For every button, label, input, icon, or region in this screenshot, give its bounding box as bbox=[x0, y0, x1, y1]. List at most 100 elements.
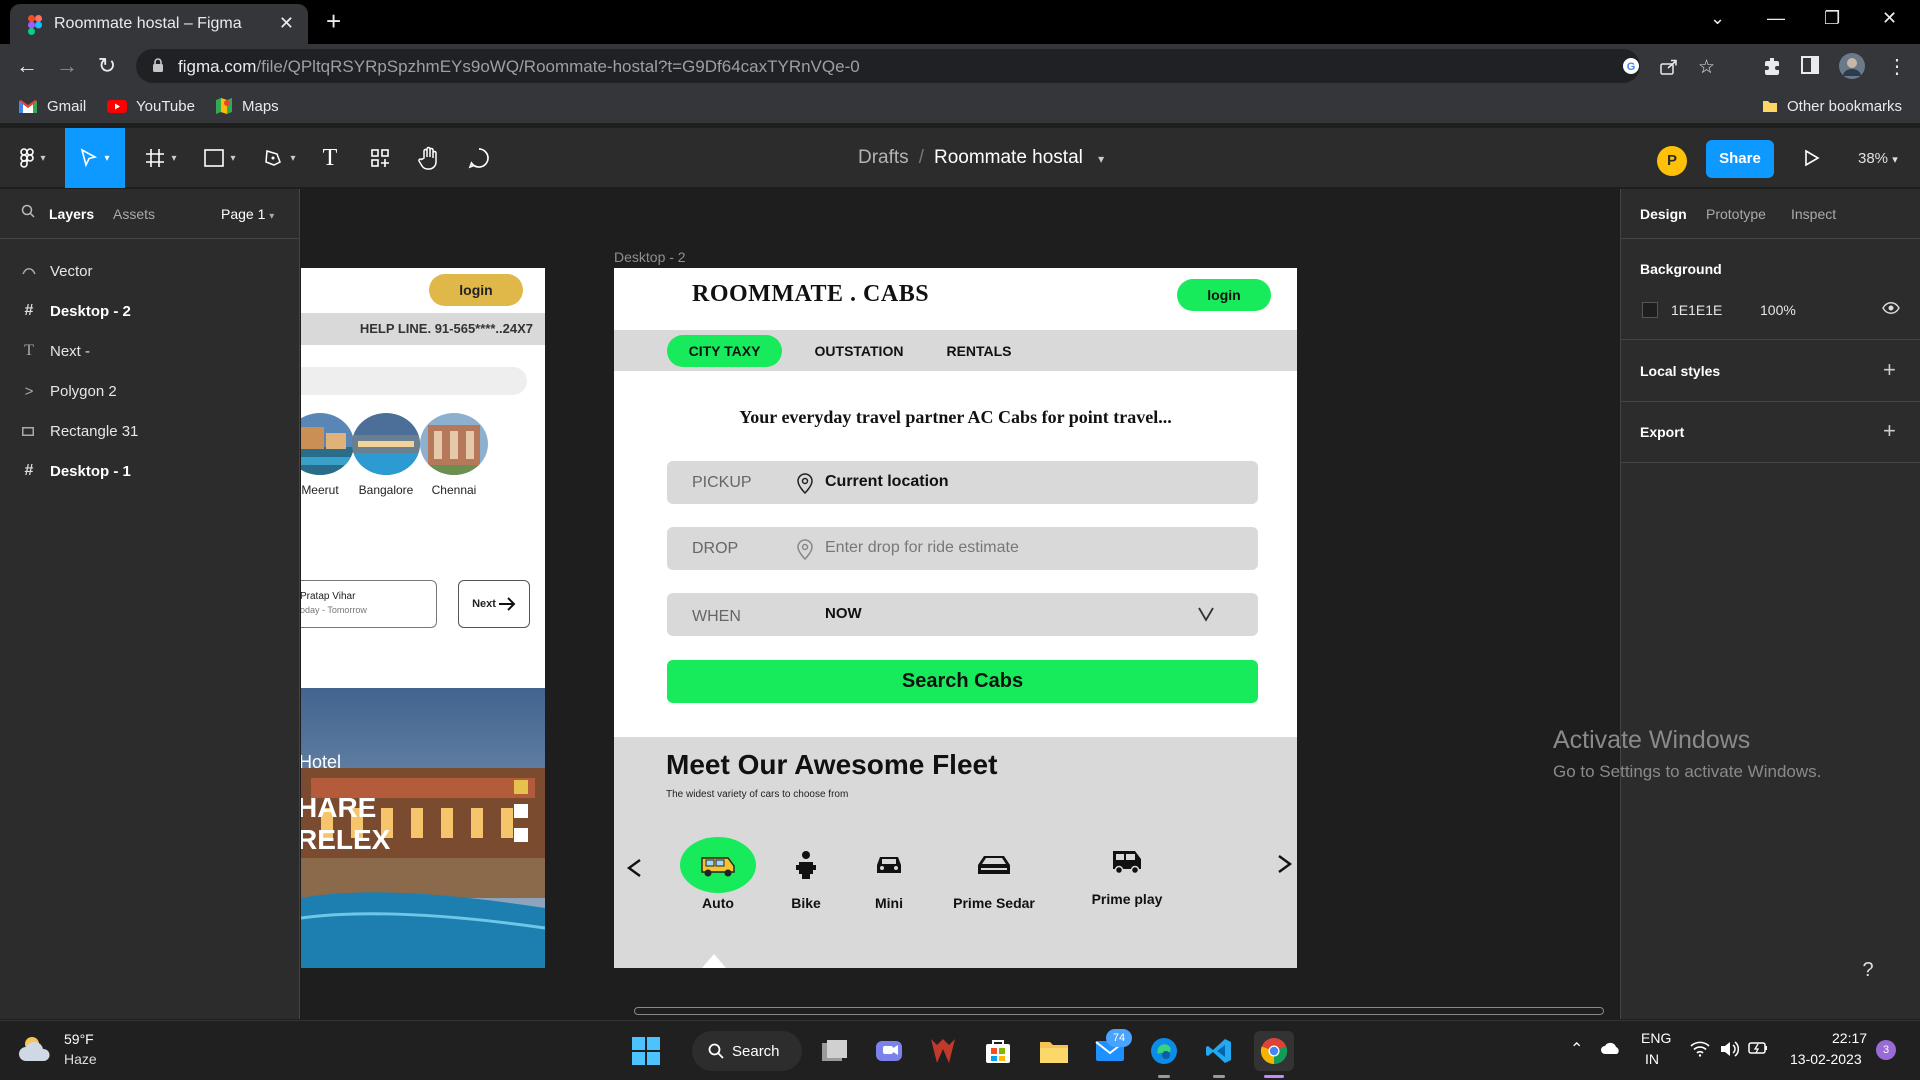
tab-layers[interactable]: Layers bbox=[49, 206, 94, 222]
tab-prototype[interactable]: Prototype bbox=[1706, 206, 1766, 222]
layer-row[interactable]: # Desktop - 1 bbox=[22, 459, 131, 483]
wifi-icon[interactable] bbox=[1690, 1041, 1710, 1057]
bookmark-maps[interactable]: Maps bbox=[215, 96, 279, 116]
tab-design[interactable]: Design bbox=[1640, 206, 1687, 222]
frame-label[interactable]: Desktop - 2 bbox=[614, 249, 686, 265]
bookmark-star-icon[interactable]: ☆ bbox=[1698, 56, 1715, 79]
add-style-plus-icon[interactable]: + bbox=[1883, 359, 1896, 381]
bookmark-youtube[interactable]: YouTube bbox=[107, 96, 195, 116]
profile-avatar[interactable] bbox=[1838, 52, 1866, 80]
minimize-icon[interactable]: — bbox=[1767, 8, 1785, 29]
vscode-icon[interactable] bbox=[1199, 1031, 1239, 1071]
page-selector[interactable]: Page 1 ▾ bbox=[221, 206, 274, 222]
weather-cloud-icon[interactable] bbox=[18, 1033, 54, 1065]
comment-tool[interactable] bbox=[464, 128, 494, 188]
slide-indicator[interactable] bbox=[514, 804, 528, 818]
breadcrumb-drafts[interactable]: Drafts bbox=[858, 147, 909, 168]
zoom-menu[interactable]: 38% ▾ bbox=[1858, 150, 1898, 167]
slide-indicator[interactable] bbox=[514, 780, 528, 794]
layer-row[interactable]: # Desktop - 2 bbox=[22, 299, 131, 323]
weather-temperature[interactable]: 59°F bbox=[64, 1031, 94, 1047]
battery-icon[interactable] bbox=[1748, 1041, 1768, 1055]
layer-row[interactable]: > Polygon 2 bbox=[22, 379, 117, 403]
layer-row[interactable]: Rectangle 31 bbox=[22, 419, 138, 443]
figma-main-menu[interactable]: ▾ bbox=[10, 128, 56, 188]
search-icon[interactable] bbox=[21, 204, 35, 218]
text-tool[interactable]: T bbox=[315, 128, 345, 188]
design-canvas[interactable]: login HELP LINE. 91-565****..24X7 Meerut… bbox=[301, 189, 1619, 1019]
vehicle-bike[interactable]: Bike bbox=[769, 837, 843, 911]
date-picker[interactable]: Pratap Vihar oday - Tomorrow bbox=[301, 580, 437, 628]
volume-icon[interactable] bbox=[1719, 1040, 1739, 1058]
game-app-icon[interactable] bbox=[923, 1031, 963, 1071]
reload-icon[interactable]: ↻ bbox=[94, 53, 120, 79]
resources-tool[interactable] bbox=[365, 128, 395, 188]
microsoft-store-icon[interactable] bbox=[978, 1031, 1018, 1071]
chrome-icon[interactable] bbox=[1254, 1031, 1294, 1071]
frame-desktop-2[interactable]: ROOMMATE . CABS login CITY TAXY OUTSTATI… bbox=[614, 268, 1297, 968]
file-name[interactable]: Roommate hostal bbox=[934, 147, 1083, 168]
file-explorer-icon[interactable] bbox=[1034, 1031, 1074, 1071]
hand-tool[interactable] bbox=[414, 128, 444, 188]
task-view-icon[interactable] bbox=[815, 1031, 855, 1071]
tab-inspect[interactable]: Inspect bbox=[1791, 206, 1836, 222]
slide-indicator[interactable] bbox=[514, 828, 528, 842]
city-card[interactable]: Meerut bbox=[301, 413, 355, 497]
other-bookmarks[interactable]: Other bookmarks bbox=[1762, 96, 1902, 116]
tab-search-chevron-icon[interactable]: ⌄ bbox=[1710, 8, 1725, 29]
eye-visibility-icon[interactable] bbox=[1882, 301, 1900, 315]
vehicle-prime-sedan[interactable]: Prime Sedar bbox=[939, 837, 1049, 911]
user-avatar[interactable]: P bbox=[1657, 146, 1687, 176]
help-button[interactable]: ? bbox=[1848, 950, 1888, 990]
background-hex-input[interactable]: 1E1E1E bbox=[1671, 302, 1722, 318]
notification-badge[interactable]: 3 bbox=[1876, 1040, 1896, 1060]
tab-assets[interactable]: Assets bbox=[113, 206, 155, 222]
tab-city-taxy[interactable]: CITY TAXY bbox=[667, 335, 782, 367]
region-indicator[interactable]: IN bbox=[1645, 1051, 1659, 1067]
background-opacity-input[interactable]: 100% bbox=[1760, 302, 1796, 318]
drop-field[interactable]: DROP Enter drop for ride estimate bbox=[667, 527, 1258, 570]
forward-icon[interactable]: → bbox=[54, 53, 80, 79]
windows-start-icon[interactable] bbox=[626, 1031, 666, 1071]
tab-rentals[interactable]: RENTALS bbox=[934, 335, 1024, 367]
shape-tool[interactable]: ▾ bbox=[198, 128, 242, 188]
frame-desktop-1[interactable]: login HELP LINE. 91-565****..24X7 Meerut… bbox=[301, 268, 545, 968]
taskbar-search[interactable]: Search bbox=[692, 1031, 802, 1071]
frame-tool[interactable]: ▾ bbox=[139, 128, 183, 188]
move-tool[interactable]: ▾ bbox=[65, 128, 125, 188]
search-cabs-button[interactable]: Search Cabs bbox=[667, 660, 1258, 703]
next-button[interactable]: Next bbox=[458, 580, 530, 628]
chevron-up-icon[interactable]: ⌃ bbox=[1570, 1039, 1583, 1059]
share-page-icon[interactable] bbox=[1660, 59, 1678, 75]
clock-time[interactable]: 22:17 bbox=[1832, 1030, 1867, 1046]
present-play-icon[interactable] bbox=[1804, 149, 1820, 167]
edge-browser-icon[interactable] bbox=[1144, 1031, 1184, 1071]
clock-date[interactable]: 13-02-2023 bbox=[1790, 1051, 1862, 1067]
close-tab-icon[interactable]: ✕ bbox=[279, 13, 294, 34]
back-icon[interactable]: ← bbox=[14, 53, 40, 79]
layer-row[interactable]: Vector bbox=[22, 259, 93, 283]
carousel-prev-icon[interactable] bbox=[626, 858, 642, 878]
pen-tool[interactable]: ▾ bbox=[258, 128, 302, 188]
share-button[interactable]: Share bbox=[1706, 140, 1774, 178]
pickup-field[interactable]: PICKUP Current location bbox=[667, 461, 1258, 504]
city-card[interactable]: Chennai bbox=[419, 413, 489, 497]
side-panel-icon[interactable] bbox=[1801, 56, 1819, 74]
add-export-plus-icon[interactable]: + bbox=[1883, 420, 1896, 442]
carousel-next-icon[interactable] bbox=[1277, 854, 1293, 874]
vehicle-mini[interactable]: Mini bbox=[854, 837, 924, 911]
bookmark-gmail[interactable]: Gmail bbox=[18, 96, 86, 116]
when-select[interactable]: WHEN NOW bbox=[667, 593, 1258, 636]
url-input[interactable]: figma.com/file/QPltqRSYRpSpzhmEYs9oWQ/Ro… bbox=[136, 49, 1715, 83]
login-button[interactable]: login bbox=[429, 274, 523, 306]
restore-icon[interactable]: ❐ bbox=[1824, 8, 1840, 29]
layer-row[interactable]: T Next - bbox=[22, 339, 90, 363]
teams-chat-icon[interactable] bbox=[869, 1031, 909, 1071]
search-field[interactable] bbox=[301, 367, 527, 395]
browser-tab[interactable]: Roommate hostal – Figma ✕ bbox=[10, 4, 308, 44]
new-tab-icon[interactable]: + bbox=[326, 7, 341, 35]
background-color-swatch[interactable] bbox=[1642, 302, 1658, 318]
extensions-icon[interactable] bbox=[1762, 56, 1782, 76]
horizontal-scrollbar[interactable] bbox=[634, 1007, 1604, 1015]
vehicle-auto[interactable]: Auto bbox=[680, 837, 756, 911]
